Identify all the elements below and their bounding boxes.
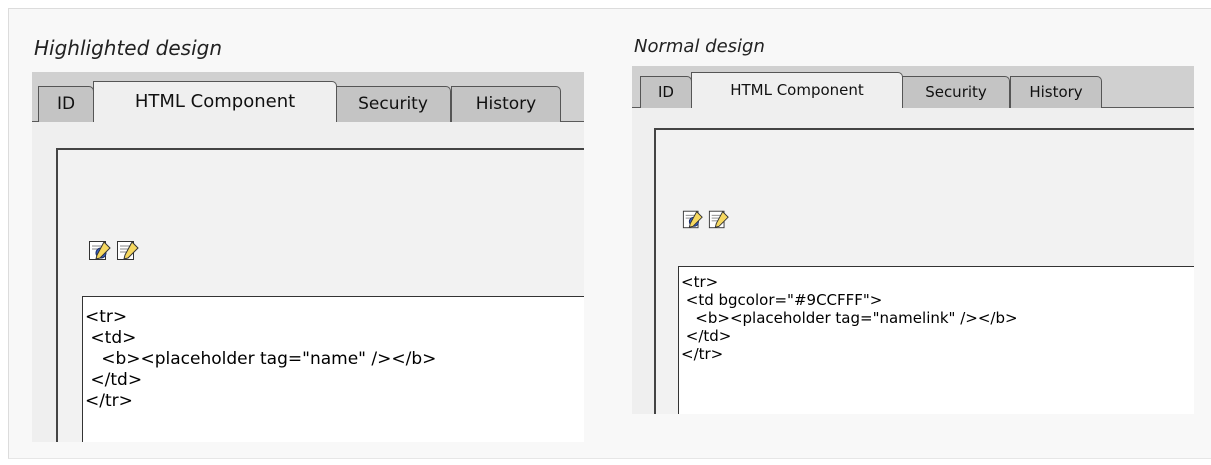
tab-security[interactable]: Security [335,86,451,122]
tab-html-component[interactable]: HTML Component [93,81,337,122]
tab-label: Security [925,83,987,101]
code-text: <tr> <td bgcolor="#9CCFFF"> <b><placehol… [681,273,1018,363]
normal-caption: Normal design [634,36,765,57]
tab-id[interactable]: ID [640,76,692,108]
tab-label: ID [658,83,674,101]
html-code-editor[interactable]: <tr> <td bgcolor="#9CCFFF"> <b><placehol… [678,266,1194,414]
tab-html-component[interactable]: HTML Component [691,72,903,108]
tab-label: History [475,94,537,114]
tab-history[interactable]: History [451,86,561,122]
tab-history[interactable]: History [1010,76,1102,108]
normal-panel: ID HTML Component Security History <tr> … [632,66,1194,414]
tab-label: HTML Component [730,81,864,99]
tab-security[interactable]: Security [902,76,1010,108]
tab-label: HTML Component [134,91,296,112]
edit-doc-icon[interactable] [116,238,140,266]
tab-id[interactable]: ID [38,86,94,122]
edit-icon[interactable] [88,238,112,266]
edit-icon[interactable] [682,208,704,234]
tab-label: ID [56,94,76,114]
html-code-editor[interactable]: <tr> <td> <b><placeholder tag="name" /><… [82,296,584,442]
tab-label: Security [358,94,428,114]
tab-label: History [1029,83,1083,101]
highlighted-panel: ID HTML Component Security History <tr> … [32,72,584,442]
highlighted-caption: Highlighted design [34,36,222,60]
edit-doc-icon[interactable] [708,208,730,234]
code-text: <tr> <td> <b><placeholder tag="name" /><… [85,307,437,411]
